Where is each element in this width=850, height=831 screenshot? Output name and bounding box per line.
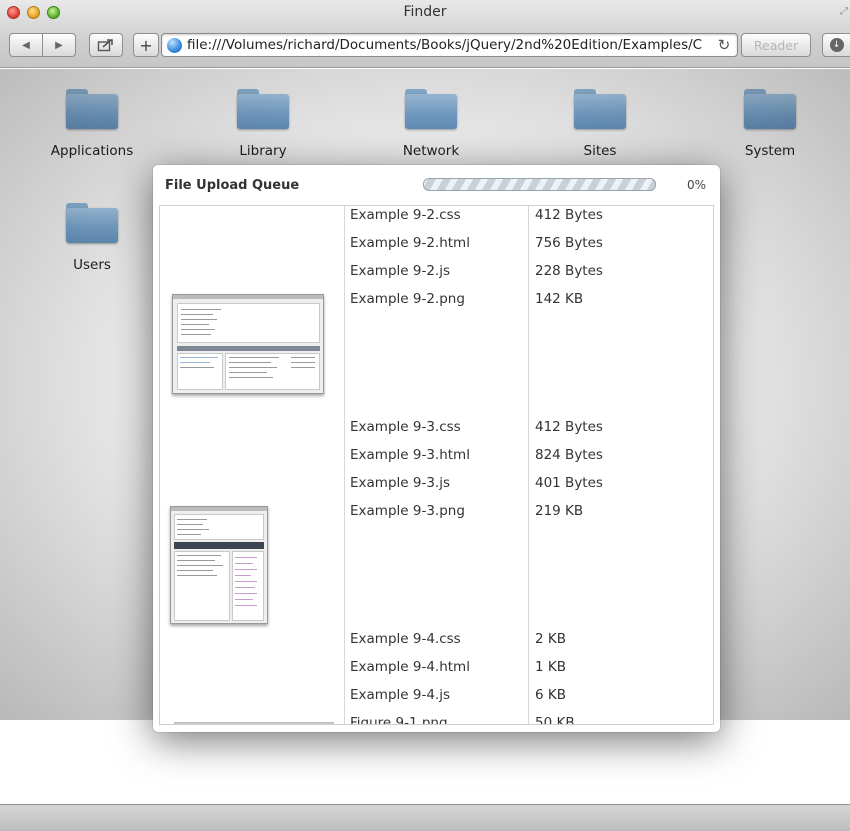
- file-size: 1 KB: [535, 659, 566, 675]
- window-titlebar: Finder ⤢ ◀ ▶ + file:///Volumes/richard/D…: [0, 0, 850, 68]
- add-bookmark-button[interactable]: +: [133, 33, 159, 57]
- file-row: Example 9-3.html 824 Bytes: [160, 447, 713, 475]
- file-name: Example 9-4.css: [350, 631, 461, 647]
- file-size: 412 Bytes: [535, 419, 603, 435]
- back-button[interactable]: ◀: [10, 34, 42, 56]
- file-size: 824 Bytes: [535, 447, 603, 463]
- file-name: Example 9-4.js: [350, 687, 450, 703]
- folder-applications[interactable]: Applications: [47, 89, 137, 159]
- file-size: 219 KB: [535, 503, 584, 519]
- file-size: 401 Bytes: [535, 475, 603, 491]
- window-bottom-bar: [0, 804, 850, 831]
- file-size: 756 Bytes: [535, 235, 603, 251]
- file-row: Example 9-2.html 756 Bytes: [160, 235, 713, 263]
- folder-label: Applications: [50, 143, 134, 159]
- folder-users[interactable]: Users: [47, 203, 137, 273]
- file-row: Figure 9-1.png 50 KB: [160, 715, 713, 725]
- file-size: 2 KB: [535, 631, 566, 647]
- file-name: Example 9-4.html: [350, 659, 470, 675]
- window-title: Finder: [403, 4, 447, 20]
- share-button[interactable]: [89, 33, 123, 57]
- file-name: Example 9-3.js: [350, 475, 450, 491]
- share-icon: [97, 39, 113, 52]
- download-icon: ↓: [829, 38, 844, 52]
- file-row: Example 9-2.png 142 KB: [160, 291, 713, 319]
- file-size: 412 Bytes: [535, 207, 603, 223]
- plus-icon: +: [139, 35, 153, 55]
- file-name: Example 9-2.js: [350, 263, 450, 279]
- file-size: 6 KB: [535, 687, 566, 703]
- url-text[interactable]: file:///Volumes/richard/Documents/Books/…: [187, 37, 702, 53]
- folder-icon: [405, 89, 457, 129]
- reload-icon[interactable]: ↻: [715, 36, 733, 54]
- folder-icon: [237, 89, 289, 129]
- file-size: 142 KB: [535, 291, 584, 307]
- downloads-button[interactable]: ↓: [822, 33, 850, 57]
- file-row: Example 9-2.js 228 Bytes: [160, 263, 713, 291]
- file-row: Example 9-4.js 6 KB: [160, 687, 713, 715]
- file-name: Figure 9-1.png: [350, 715, 448, 725]
- forward-button[interactable]: ▶: [43, 34, 75, 56]
- file-row: Example 9-4.css 2 KB: [160, 631, 713, 659]
- folder-icon: [66, 89, 118, 129]
- folder-icon: [744, 89, 796, 129]
- file-size: 228 Bytes: [535, 263, 603, 279]
- file-row: Example 9-3.css 412 Bytes: [160, 419, 713, 447]
- folder-label: System: [744, 143, 796, 159]
- file-name: Example 9-3.css: [350, 419, 461, 435]
- file-name: Example 9-2.png: [350, 291, 465, 307]
- file-row: Example 9-2.css 412 Bytes: [160, 207, 713, 235]
- back-forward-group: ◀ ▶: [9, 33, 76, 57]
- file-upload-dialog: File Upload Queue 0% Example 9-2.css 412…: [153, 165, 720, 732]
- file-name: Example 9-2.css: [350, 207, 461, 223]
- folder-icon: [66, 203, 118, 243]
- file-row: Example 9-3.png 219 KB: [160, 503, 713, 531]
- folder-library[interactable]: Library: [218, 89, 308, 159]
- file-row: Example 9-4.html 1 KB: [160, 659, 713, 687]
- globe-icon: [167, 38, 182, 53]
- forward-arrow-icon: ▶: [55, 39, 63, 51]
- reader-button[interactable]: Reader: [741, 33, 811, 57]
- file-name: Example 9-2.html: [350, 235, 470, 251]
- folder-sites[interactable]: Sites: [555, 89, 645, 159]
- folder-system[interactable]: System: [725, 89, 815, 159]
- folder-label: Users: [73, 257, 111, 273]
- file-name: Example 9-3.html: [350, 447, 470, 463]
- upload-progress-percent: 0%: [686, 178, 706, 192]
- folder-label: Sites: [583, 143, 617, 159]
- folder-icon: [574, 89, 626, 129]
- upload-progress-bar: [423, 178, 656, 191]
- file-row: Example 9-3.js 401 Bytes: [160, 475, 713, 503]
- file-name: Example 9-3.png: [350, 503, 465, 519]
- upload-queue-list[interactable]: Example 9-2.css 412 Bytes Example 9-2.ht…: [159, 205, 714, 725]
- address-bar[interactable]: file:///Volumes/richard/Documents/Books/…: [161, 33, 738, 57]
- folder-label: Network: [402, 143, 460, 159]
- folder-network[interactable]: Network: [386, 89, 476, 159]
- back-arrow-icon: ◀: [22, 39, 30, 51]
- fullscreen-icon[interactable]: ⤢: [840, 6, 848, 17]
- file-size: 50 KB: [535, 715, 575, 725]
- folder-label: Library: [239, 143, 287, 159]
- dialog-title: File Upload Queue: [165, 178, 300, 193]
